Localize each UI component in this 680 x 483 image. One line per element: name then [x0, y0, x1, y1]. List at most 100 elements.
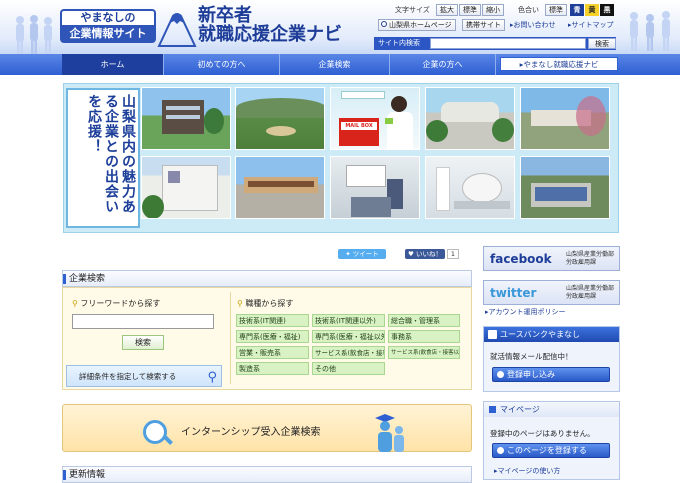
magnifier-handle	[163, 435, 173, 445]
freeword-search-button[interactable]: 検索	[122, 335, 164, 350]
color-blue-button[interactable]: 青	[570, 4, 584, 16]
job-service-other[interactable]: サービス系(飲食店・接客以外)	[388, 346, 460, 359]
logo-line-1[interactable]: やまなしの	[60, 9, 156, 25]
twitter-org-line-1: 山梨県産業労働部	[566, 285, 615, 292]
magnifier-icon: ⚲	[237, 299, 243, 308]
banner-photo-mailbox: MAIL BOX	[330, 87, 420, 150]
site-search-input[interactable]	[430, 38, 586, 49]
pref-homepage-label: 山梨県ホームページ	[389, 21, 452, 29]
youth-bank-title: ユースバンクやまなし	[500, 330, 580, 339]
logo-line-2[interactable]: 企業情報サイト	[60, 25, 156, 43]
account-policy-link[interactable]: ▸アカウント運用ポリシー	[485, 307, 566, 317]
like-count: 1	[447, 249, 459, 259]
job-manufacturing[interactable]: 製造系	[236, 362, 309, 375]
twitter-org-line-2: 労政雇用課	[566, 293, 597, 300]
job-medical[interactable]: 専門系(医療・福祉)	[236, 330, 309, 343]
facebook-link[interactable]: facebook 山梨県産業労働部 労政雇用課	[483, 246, 620, 271]
mypage-title: マイページ	[500, 405, 540, 414]
pref-homepage-link[interactable]: 山梨県ホームページ	[378, 19, 456, 31]
mypage-header: マイページ	[484, 402, 619, 417]
banner-photo-lab	[425, 156, 515, 219]
freeword-label: フリーワードから探す	[80, 299, 161, 308]
register-page-button[interactable]: このページを登録する	[492, 443, 610, 458]
color-black-button[interactable]: 黒	[600, 4, 614, 16]
mobile-site-link[interactable]: 携帯サイト	[462, 19, 505, 31]
sitemap-link[interactable]: ▸サイトマップ	[568, 20, 614, 30]
thumbs-up-icon: ♥	[408, 250, 414, 258]
banner-photo-store	[235, 156, 325, 219]
internship-search-banner[interactable]: インターンシップ受入企業検索	[62, 404, 472, 452]
job-office[interactable]: 事務系	[388, 330, 460, 343]
updates-header: 更新情報	[62, 466, 472, 483]
job-general-mgmt[interactable]: 総合職・管理系	[388, 314, 460, 327]
job-service-food[interactable]: サービス系(飲食店・接客)	[312, 346, 385, 359]
facebook-org-line-2: 労政雇用課	[566, 259, 597, 266]
site-header: やまなしの 企業情報サイト 新卒者 就職応援企業ナビ 文字サイズ 拡大 標準 縮…	[0, 0, 680, 54]
magnifier-icon	[143, 420, 167, 444]
company-search-title: 企業検索	[69, 274, 106, 284]
facebook-logo: facebook	[490, 252, 552, 266]
job-tech-non-it[interactable]: 技術系(IT関連以外)	[312, 314, 385, 327]
freeword-input[interactable]	[72, 314, 214, 329]
account-policy-label: アカウント運用ポリシー	[488, 308, 566, 316]
mount-fuji-icon	[157, 13, 197, 47]
tweet-button[interactable]: ✦ ツイート	[338, 249, 386, 259]
banner-photo-campus	[425, 87, 515, 150]
facebook-org: 山梨県産業労働部 労政雇用課	[566, 251, 614, 267]
banner-photo-white-building	[141, 156, 231, 219]
banner-photo-factory-trees	[520, 87, 610, 150]
globe-icon	[381, 21, 387, 27]
arrow-circle-icon	[497, 371, 504, 378]
register-page-label: このページを登録する	[507, 446, 587, 455]
nav-for-companies[interactable]: 企業の方へ	[390, 54, 496, 75]
font-size-small-button[interactable]: 縮小	[482, 4, 504, 16]
like-button[interactable]: ♥ いいね！	[405, 249, 445, 259]
nav-company-search[interactable]: 企業検索	[280, 54, 390, 75]
youth-bank-header: ユースバンクやまなし	[484, 327, 619, 342]
font-size-standard-button[interactable]: 標準	[459, 4, 481, 16]
nav-yamanashi-navi[interactable]: ▸やまなし就職応援ナビ	[500, 57, 618, 71]
job-specialist-other[interactable]: 専門系(医療・福祉以外)	[312, 330, 385, 343]
graduate-people-icon	[375, 414, 404, 452]
global-nav: ホーム 初めての方へ 企業検索 企業の方へ ▸やまなし就職応援ナビ	[0, 54, 680, 75]
plus-circle-icon	[497, 447, 504, 454]
color-yellow-button[interactable]: 黄	[585, 4, 599, 16]
company-search-header: 企業検索	[62, 270, 472, 287]
internship-label: インターンシップ受入企業検索	[181, 427, 321, 438]
banner-photo-aerial	[520, 156, 610, 219]
tweet-label: ツイート	[352, 250, 379, 258]
contact-link[interactable]: ▸お問い合わせ	[510, 20, 556, 30]
envelope-icon	[488, 330, 497, 339]
banner-photo-classroom	[330, 156, 420, 219]
mypage-usage-label: マイページの使い方	[497, 467, 561, 475]
job-label: 職種から探す	[245, 299, 294, 308]
facebook-org-line-1: 山梨県産業労働部	[566, 251, 615, 258]
mypage-empty-text: 登録中のページはありません。	[490, 429, 595, 438]
mypage-usage-link[interactable]: ▸マイページの使い方	[494, 466, 560, 476]
banner-photo-building	[141, 87, 231, 150]
twitter-org: 山梨県産業労働部 労政雇用課	[566, 285, 614, 301]
updates-title: 更新情報	[69, 470, 106, 480]
job-it[interactable]: 技術系(IT関連)	[236, 314, 309, 327]
detail-search-button[interactable]: 詳細条件を指定して検索する ⚲	[66, 365, 222, 387]
font-size-label: 文字サイズ	[395, 6, 430, 14]
site-search-button[interactable]: 検索	[588, 38, 616, 49]
job-label-wrap: ⚲ 職種から探す	[237, 298, 293, 309]
magnifier-icon: ⚲	[207, 370, 217, 385]
nav-home[interactable]: ホーム	[62, 54, 164, 75]
nav-first-time[interactable]: 初めての方へ	[164, 54, 280, 75]
mailbox-sign: MAIL BOX	[341, 122, 377, 130]
bird-icon: ✦	[345, 250, 351, 258]
font-size-large-button[interactable]: 拡大	[436, 4, 458, 16]
site-title-line-1: 新卒者	[198, 5, 252, 26]
banner-photo-garden	[235, 87, 325, 150]
contact-label: お問い合わせ	[513, 21, 556, 29]
color-standard-button[interactable]: 標準	[545, 4, 567, 16]
twitter-link[interactable]: twitter 山梨県産業労働部 労政雇用課	[483, 280, 620, 305]
job-sales[interactable]: 営業・販売系	[236, 346, 309, 359]
sitemap-label: サイトマップ	[571, 21, 614, 29]
nav-yamanashi-navi-label: やまなし就職応援ナビ	[523, 60, 599, 69]
freeword-label-wrap: ⚲ フリーワードから探す	[72, 298, 160, 309]
job-other[interactable]: その他	[312, 362, 385, 375]
signup-button[interactable]: 登録申し込み	[492, 367, 610, 382]
